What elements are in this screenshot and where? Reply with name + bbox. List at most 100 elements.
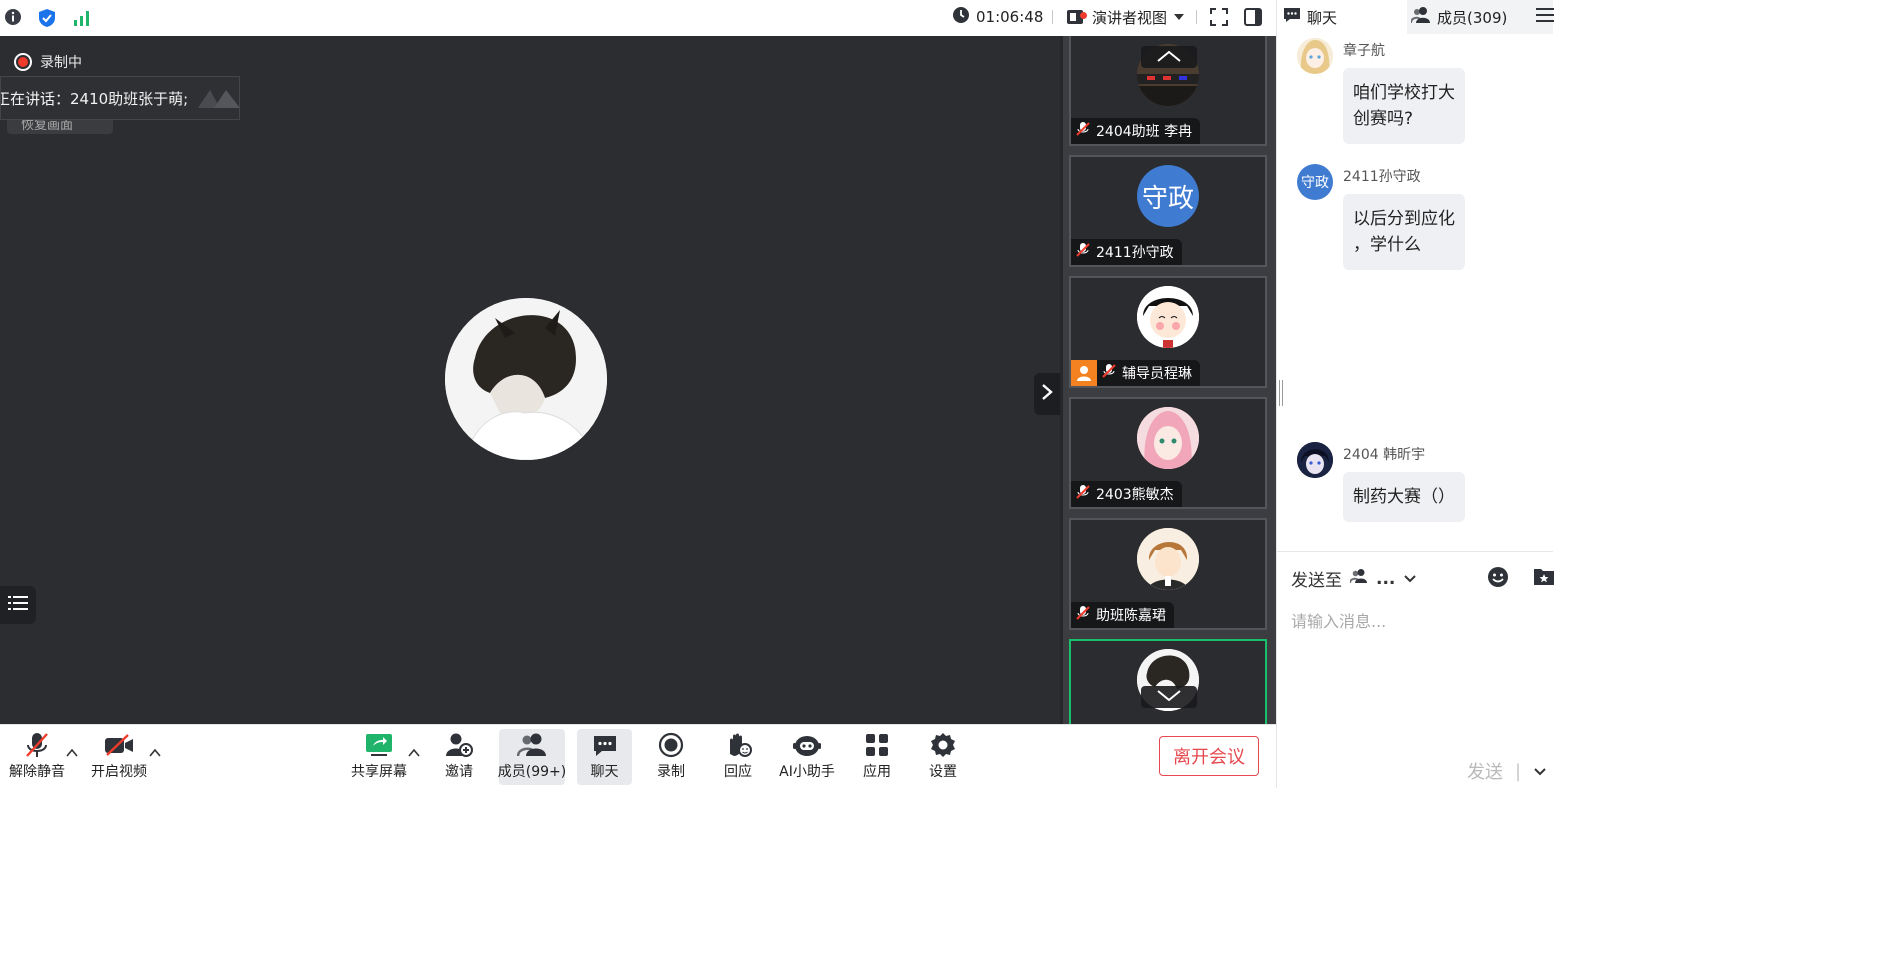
chat-panel: 聊天 成员(309) 章子航 咱们学校打大 创赛吗? 守政 2411孙守政 以后… [1276, 0, 1555, 788]
leave-meeting-button[interactable]: 离开会议 [1159, 736, 1259, 776]
chevron-down-icon [1403, 569, 1417, 589]
message-bubble[interactable]: 以后分到应化 ，学什么 [1343, 194, 1465, 270]
sender-avatar [1297, 442, 1333, 478]
speaker-text: 正在讲话：2410助班张于萌; [0, 89, 189, 108]
ai-assistant-label: AI小助手 [779, 764, 835, 780]
participant-name-bar: 辅导员程琳 [1097, 360, 1200, 386]
participant-avatar: 守政 [1137, 165, 1199, 227]
chevron-up-icon [1156, 48, 1182, 67]
recording-indicator[interactable]: 录制中 [14, 52, 82, 72]
timer-text: 01:06:48 [976, 8, 1044, 26]
avatar-initials: 守政 [1141, 183, 1194, 214]
apps-grid-icon [864, 729, 890, 761]
share-screen-label: 共享屏幕 [351, 764, 407, 780]
message-bubble[interactable]: 制药大赛（） [1343, 472, 1465, 522]
send-to-selector[interactable]: 发送至 ... [1291, 566, 1417, 591]
members-button[interactable]: 成员(99+) [497, 729, 567, 785]
meeting-window: 01:06:48 演讲者视图 恢复画面 录制中 正在讲话：2410助班张于萌; … [0, 0, 1903, 958]
apps-label: 应用 [863, 764, 891, 780]
chat-button[interactable]: 聊天 [577, 729, 632, 785]
scroll-up-button[interactable] [1141, 46, 1197, 68]
participant-name-bar: 2404助班 李冉 [1071, 118, 1201, 144]
mic-off-icon [24, 729, 50, 761]
mic-muted-icon [1075, 484, 1091, 504]
hamburger-menu-icon[interactable] [1536, 6, 1554, 28]
chevron-down-icon [1156, 688, 1182, 707]
ai-assistant-button[interactable]: AI小助手 [779, 729, 835, 785]
apps-button[interactable]: 应用 [856, 729, 898, 785]
share-screen-button[interactable]: 共享屏幕 [350, 729, 408, 785]
participant-tile[interactable]: 守政 2411孙守政 [1069, 155, 1267, 267]
members-icon [517, 729, 547, 761]
shield-icon[interactable] [37, 8, 57, 28]
info-icon[interactable] [4, 8, 24, 28]
members-label: 成员(99+) [497, 764, 567, 780]
mic-muted-icon [1101, 363, 1117, 383]
message-input[interactable]: 请输入消息... [1291, 608, 1386, 632]
view-mode-dropdown[interactable]: 演讲者视图 [1066, 0, 1185, 34]
settings-label: 设置 [929, 764, 957, 780]
participant-tile[interactable]: 2403熊敏杰 [1069, 397, 1267, 509]
participant-strip: 2404助班 李冉 守政 2411孙守政 辅导员程琳 2403熊敏杰 助班陈嘉珺 [1060, 36, 1276, 724]
participant-tile-active[interactable] [1069, 639, 1267, 724]
sender-avatar [1297, 38, 1333, 74]
avatar-initials: 守政 [1301, 175, 1329, 191]
scroll-down-button[interactable] [1141, 686, 1197, 708]
participant-name-bar: 2403熊敏杰 [1071, 481, 1182, 507]
chevron-down-icon[interactable] [1533, 761, 1547, 782]
participant-tile[interactable]: 辅导员程琳 [1069, 276, 1267, 388]
react-button[interactable]: 回应 [717, 729, 759, 785]
chevron-up-icon[interactable] [149, 743, 161, 757]
meeting-timer: 01:06:48 [952, 0, 1043, 34]
participant-avatar [1137, 286, 1199, 348]
sidebar-toggle-icon[interactable] [1244, 8, 1264, 28]
message-bubble[interactable]: 咱们学校打大 创赛吗? [1343, 68, 1465, 144]
start-video-label: 开启视频 [91, 764, 147, 780]
divider [1277, 551, 1553, 552]
record-button[interactable]: 录制 [650, 729, 692, 785]
tab-chat-label: 聊天 [1307, 8, 1338, 27]
send-to-label: 发送至 [1291, 571, 1342, 591]
view-mode-label: 演讲者视图 [1092, 8, 1168, 27]
unmute-label: 解除静音 [9, 764, 65, 780]
record-dot-icon [14, 53, 32, 71]
sender-name: 2411孙守政 [1343, 169, 1421, 185]
sender-avatar: 守政 [1297, 164, 1333, 200]
invite-button[interactable]: 邀请 [436, 729, 482, 785]
unmute-button[interactable]: 解除静音 [8, 729, 66, 785]
record-label: 录制 [657, 764, 685, 780]
start-video-button[interactable]: 开启视频 [90, 729, 148, 785]
host-badge-icon [1071, 360, 1097, 386]
participant-name: 2403熊敏杰 [1096, 487, 1174, 503]
restore-view-label: 恢复画面 [21, 118, 74, 133]
tab-members[interactable]: 成员(309) [1407, 0, 1553, 34]
participant-avatar [1137, 528, 1199, 590]
invite-label: 邀请 [445, 764, 473, 780]
participant-name: 助班陈嘉珺 [1096, 608, 1166, 624]
divider [1196, 10, 1197, 24]
camera-off-icon [104, 729, 134, 761]
send-button[interactable]: 发送 | [1467, 758, 1547, 784]
active-speaker-banner: 正在讲话：2410助班张于萌; [0, 76, 240, 120]
tab-chat[interactable]: 聊天 [1277, 0, 1407, 34]
settings-button[interactable]: 设置 [922, 729, 964, 785]
folder-icon[interactable] [1533, 566, 1555, 590]
list-menu-button[interactable] [0, 586, 36, 624]
tab-members-label: 成员(309) [1437, 8, 1508, 27]
chevron-up-icon[interactable] [66, 743, 78, 757]
leave-meeting-label: 离开会议 [1173, 747, 1245, 768]
members-icon [1410, 6, 1431, 28]
participant-tile[interactable]: 助班陈嘉珺 [1069, 518, 1267, 630]
emoji-icon[interactable] [1487, 566, 1509, 592]
collapse-strip-button[interactable] [1034, 373, 1060, 415]
chevron-up-icon[interactable] [408, 743, 420, 757]
message-input-placeholder: 请输入消息... [1291, 612, 1387, 631]
divider [1052, 10, 1053, 24]
fullscreen-icon[interactable] [1210, 8, 1230, 28]
panel-resize-handle[interactable] [1279, 380, 1283, 406]
participant-name-bar: 助班陈嘉珺 [1071, 602, 1174, 628]
signal-icon[interactable] [72, 8, 92, 28]
list-icon [8, 594, 28, 616]
ai-robot-icon [792, 729, 822, 761]
gear-icon [930, 729, 956, 761]
